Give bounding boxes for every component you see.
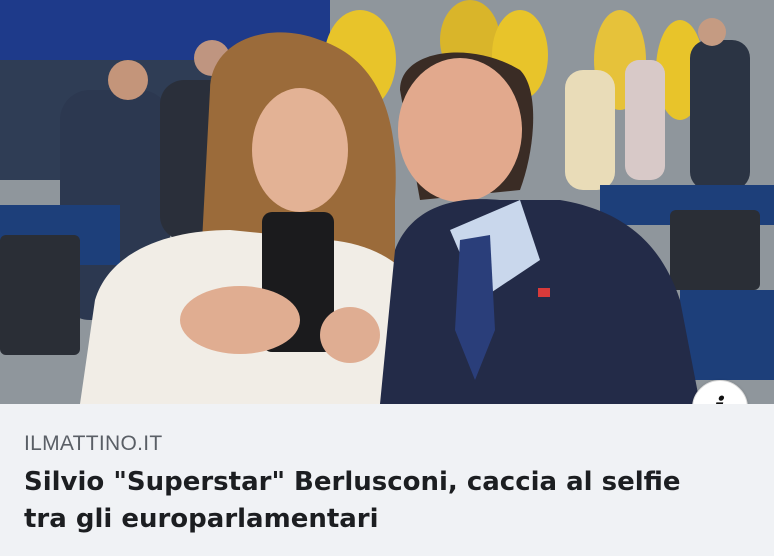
link-caption[interactable]: ILMATTINO.IT Silvio "Superstar" Berlusco… [0,404,774,556]
parliament-selfie-photo [0,0,774,404]
link-source-domain: ILMATTINO.IT [24,432,163,455]
preview-photo[interactable] [0,0,774,404]
link-headline[interactable]: Silvio "Superstar" Berlusconi, caccia al… [24,464,714,538]
link-preview-card[interactable]: i ILMATTINO.IT Silvio "Superstar" Berlus… [0,0,774,556]
